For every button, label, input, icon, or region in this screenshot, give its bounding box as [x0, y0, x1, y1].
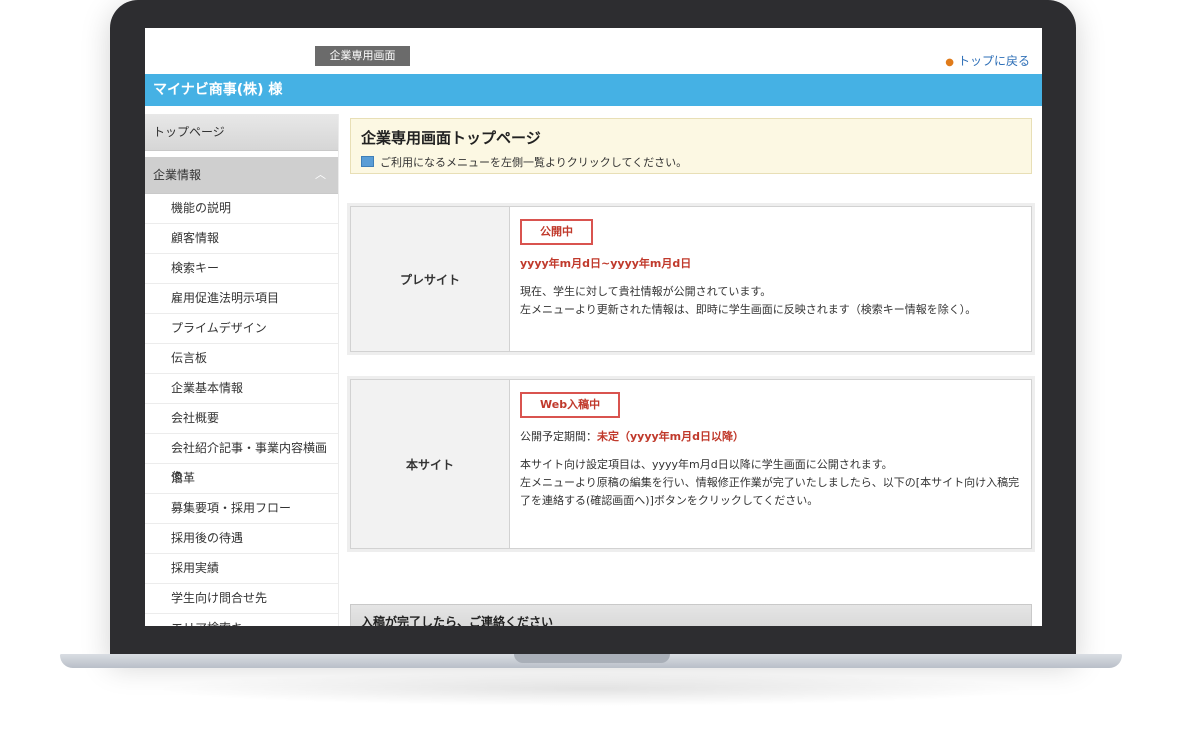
pre-site-label: プレサイト — [351, 207, 510, 351]
laptop-screen: 企業専用画面 ● トップに戻る マイナビ商事(株) 様 トップページ 企業情報 ︿… — [145, 28, 1042, 626]
sidebar-item[interactable]: 沿革 — [145, 464, 338, 494]
sidebar-item[interactable]: 学生向け問合せ先 — [145, 584, 338, 614]
publish-period: yyyy年m月d日~yyyy年m月d日 — [520, 257, 692, 270]
sidebar-item[interactable]: 雇用促進法明示項目 — [145, 284, 338, 314]
intro-panel: 企業専用画面トップページ ご利用になるメニューを左側一覧よりクリックしてください… — [350, 118, 1032, 174]
sidebar-section-company-info[interactable]: 企業情報 ︿ — [145, 157, 338, 194]
sidebar-item[interactable]: 顧客情報 — [145, 224, 338, 254]
screen-badge: 企業専用画面 — [315, 46, 410, 66]
sidebar-item[interactable]: 検索キー — [145, 254, 338, 284]
sidebar-item[interactable]: 機能の説明 — [145, 194, 338, 224]
scheduled-period-label: 公開予定期間： — [520, 430, 597, 443]
pre-site-panel: プレサイト 公開中 yyyy年m月d日~yyyy年m月d日 現在、学生に対して貴… — [350, 206, 1032, 352]
pre-site-desc-2: 左メニューより更新された情報は、即時に学生画面に反映されます（検索キー情報を除く… — [520, 303, 977, 316]
sidebar-item[interactable]: 採用実績 — [145, 554, 338, 584]
bullet-icon: ● — [945, 57, 954, 68]
laptop-shadow — [150, 672, 1032, 706]
status-badge: Web入稿中 — [520, 392, 621, 418]
sidebar-item[interactable]: 企業基本情報 — [145, 374, 338, 404]
main-site-desc-2: 左メニューより原稿の編集を行い、情報修正作業が完了いたしましたら、以下の[本サイ… — [520, 476, 1020, 507]
pre-site-body: 公開中 yyyy年m月d日~yyyy年m月d日 現在、学生に対して貴社情報が公開… — [510, 207, 1031, 351]
main-site-panel: 本サイト Web入稿中 公開予定期間：未定（yyyy年m月d日以降） 本サイト向… — [350, 379, 1032, 549]
window-icon — [361, 156, 374, 167]
page-subtitle-text: ご利用になるメニューを左側一覧よりクリックしてください。 — [380, 156, 688, 169]
sidebar-item[interactable]: 募集要項・採用フロー — [145, 494, 338, 524]
pre-site-desc-1: 現在、学生に対して貴社情報が公開されています。 — [520, 285, 772, 298]
chevron-up-icon: ︿ — [315, 168, 326, 181]
sidebar-item[interactable]: 会社概要 — [145, 404, 338, 434]
main-content: 企業専用画面トップページ ご利用になるメニューを左側一覧よりクリックしてください… — [350, 118, 1032, 626]
sidebar-item[interactable]: エリア検索キー — [145, 614, 338, 626]
top-bar: 企業専用画面 ● トップに戻る — [145, 28, 1042, 72]
sidebar-item[interactable]: 伝言板 — [145, 344, 338, 374]
sidebar-item-top-page[interactable]: トップページ — [145, 114, 338, 151]
sidebar-item[interactable]: プライムデザイン — [145, 314, 338, 344]
page-subtitle: ご利用になるメニューを左側一覧よりクリックしてください。 — [361, 154, 1021, 170]
back-to-top-link[interactable]: ● トップに戻る — [945, 52, 1030, 69]
sidebar: トップページ 企業情報 ︿ 機能の説明 顧客情報 検索キー 雇用促進法明示項目 … — [145, 114, 339, 626]
notice-header: 入稿が完了したら、ご連絡ください — [350, 604, 1032, 626]
page-title: 企業専用画面トップページ — [361, 129, 541, 147]
main-site-label: 本サイト — [351, 380, 510, 548]
company-name-bar: マイナビ商事(株) 様 — [145, 74, 1042, 106]
main-site-desc-1: 本サイト向け設定項目は、yyyy年m月d日以降に学生画面に公開されます。 — [520, 458, 893, 471]
scheduled-period-value: 未定（yyyy年m月d日以降） — [597, 430, 745, 443]
scheduled-period: 公開予定期間：未定（yyyy年m月d日以降） — [520, 428, 1021, 444]
sidebar-section-label: 企業情報 — [153, 168, 202, 182]
main-site-body: Web入稿中 公開予定期間：未定（yyyy年m月d日以降） 本サイト向け設定項目… — [510, 380, 1031, 548]
laptop-notch — [514, 654, 670, 663]
sidebar-item[interactable]: 採用後の待遇 — [145, 524, 338, 554]
back-to-top-label: トップに戻る — [957, 54, 1030, 68]
status-badge: 公開中 — [520, 219, 593, 245]
sidebar-item[interactable]: 会社紹介記事・事業内容横画像 — [145, 434, 338, 484]
